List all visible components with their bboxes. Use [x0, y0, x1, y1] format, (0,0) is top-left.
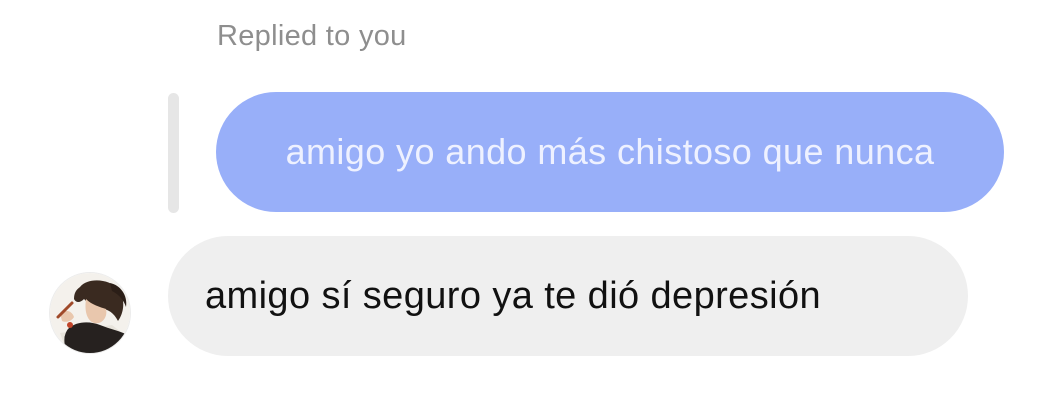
reply-message-text: amigo sí seguro ya te dió depresión — [205, 274, 822, 317]
avatar-illustration-icon — [50, 273, 130, 353]
reply-context-label: Replied to you — [217, 20, 407, 52]
sender-avatar[interactable] — [49, 272, 131, 354]
reply-message-bubble[interactable]: amigo sí seguro ya te dió depresión — [168, 236, 968, 356]
quoted-message-text: amigo yo ando más chistoso que nunca — [285, 131, 935, 172]
quoted-message-bubble[interactable]: amigo yo ando más chistoso que nunca — [216, 92, 1004, 212]
quote-indicator-bar — [168, 93, 179, 213]
